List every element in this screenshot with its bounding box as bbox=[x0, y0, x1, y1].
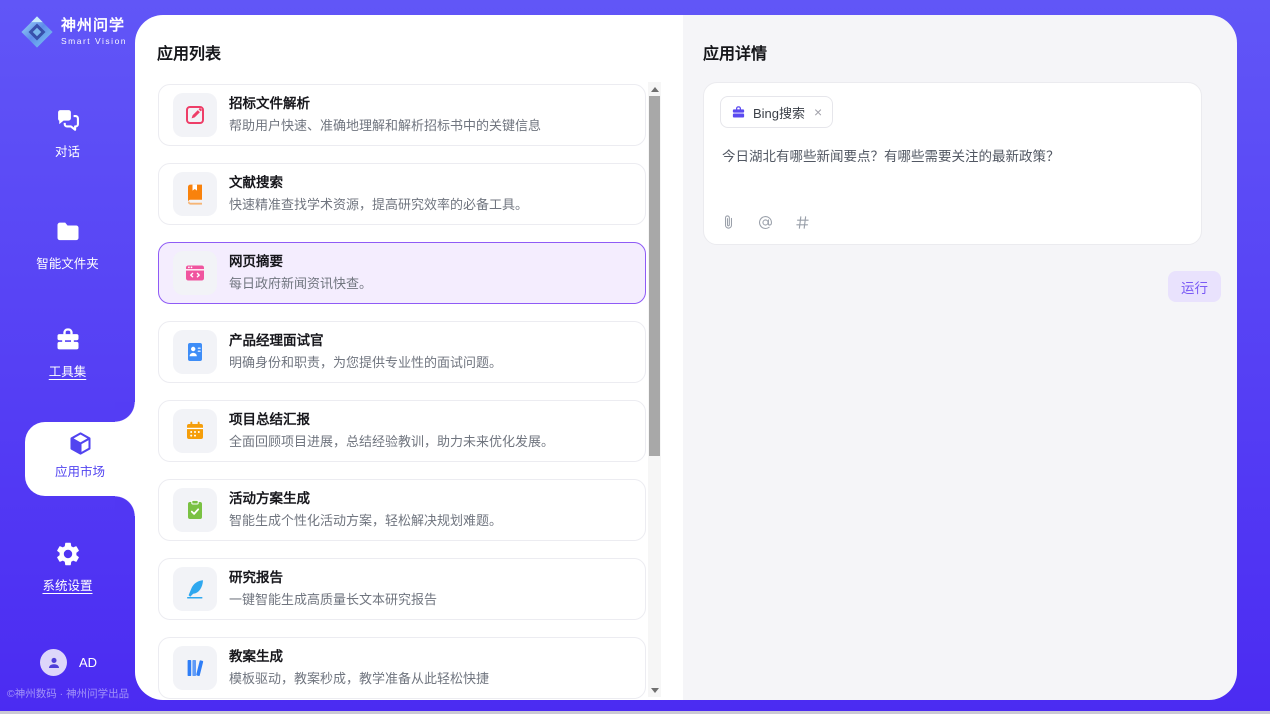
prompt-text-input[interactable]: 今日湖北有哪些新闻要点？有哪些需要关注的最新政策？ bbox=[722, 147, 1183, 167]
app-card[interactable]: 招标文件解析 帮助用户快速、准确地理解和解析招标书中的关键信息 bbox=[158, 84, 646, 146]
app-list: 招标文件解析 帮助用户快速、准确地理解和解析招标书中的关键信息 文献搜索 快速精… bbox=[158, 84, 646, 700]
tool-tag-label: Bing搜索 bbox=[753, 103, 805, 122]
app-icon bbox=[183, 498, 207, 522]
composer-toolbar bbox=[720, 214, 811, 231]
app-card-description: 模板驱动，教案秒成，教学准备从此轻松快捷 bbox=[229, 671, 489, 687]
sidebar-item-label: 系统设置 bbox=[42, 575, 92, 594]
sidebar: 神州问学 Smart Vision 对话 智能文件夹 工具集 应用市场 bbox=[0, 0, 135, 714]
prompt-composer-card: Bing搜索 × 今日湖北有哪些新闻要点？有哪些需要关注的最新政策？ bbox=[703, 82, 1202, 245]
app-icon-tile bbox=[173, 567, 217, 611]
app-icon bbox=[183, 419, 207, 443]
app-card-title: 文献搜索 bbox=[229, 175, 528, 191]
app-card[interactable]: 教案生成 模板驱动，教案秒成，教学准备从此轻松快捷 bbox=[158, 637, 646, 699]
app-icon-tile bbox=[173, 646, 217, 690]
sidebar-nav-item[interactable]: 对话 bbox=[0, 106, 135, 161]
sidebar-item-icon bbox=[67, 430, 94, 457]
app-card-title: 招标文件解析 bbox=[229, 96, 541, 112]
app-icon-tile bbox=[173, 172, 217, 216]
app-card-description: 全面回顾项目进展，总结经验教训，助力未来优化发展。 bbox=[229, 434, 554, 450]
app-card[interactable]: 活动方案生成 智能生成个性化活动方案，轻松解决规划难题。 bbox=[158, 479, 646, 541]
sidebar-nav-item[interactable]: 智能文件夹 bbox=[0, 218, 135, 273]
brand-tagline: Smart Vision bbox=[61, 37, 127, 46]
sidebar-item-label: 工具集 bbox=[49, 361, 87, 380]
sidebar-item-label: 应用市场 bbox=[55, 461, 105, 480]
app-list-title: 应用列表 bbox=[157, 40, 221, 64]
app-icon bbox=[183, 340, 207, 364]
sidebar-item-label: 对话 bbox=[55, 141, 80, 160]
app-card-description: 明确身份和职责，为您提供专业性的面试问题。 bbox=[229, 355, 502, 371]
sidebar-item-icon bbox=[54, 326, 82, 354]
app-icon bbox=[183, 656, 207, 680]
sidebar-item-icon bbox=[54, 540, 82, 568]
app-card-title: 项目总结汇报 bbox=[229, 412, 554, 428]
app-card[interactable]: 网页摘要 每日政府新闻资讯快查。 bbox=[158, 242, 646, 304]
app-card-description: 快速精准查找学术资源，提高研究效率的必备工具。 bbox=[229, 197, 528, 213]
brand-name: 神州问学 bbox=[61, 18, 127, 33]
app-card[interactable]: 研究报告 一键智能生成高质量长文本研究报告 bbox=[158, 558, 646, 620]
app-card[interactable]: 项目总结汇报 全面回顾项目进展，总结经验教训，助力未来优化发展。 bbox=[158, 400, 646, 462]
sidebar-item-icon bbox=[54, 106, 82, 134]
app-card-title: 教案生成 bbox=[229, 649, 489, 665]
scroll-down-arrow[interactable] bbox=[648, 683, 661, 697]
app-icon bbox=[183, 577, 207, 601]
sidebar-item-icon bbox=[54, 218, 82, 246]
app-list-panel: 应用列表 招标文件解析 帮助用户快速、准确地理解和解析招标书中的关键信息 文献搜… bbox=[135, 15, 683, 700]
app-card[interactable]: 产品经理面试官 明确身份和职责，为您提供专业性的面试问题。 bbox=[158, 321, 646, 383]
app-card-description: 一键智能生成高质量长文本研究报告 bbox=[229, 592, 437, 608]
user-chip[interactable]: AD bbox=[40, 649, 97, 676]
sidebar-item-label: 智能文件夹 bbox=[36, 253, 99, 272]
app-icon-tile bbox=[173, 488, 217, 532]
composer-toolbar-icon[interactable] bbox=[794, 214, 811, 231]
app-card-title: 活动方案生成 bbox=[229, 491, 502, 507]
app-icon-tile bbox=[173, 330, 217, 374]
app-detail-panel: 应用详情 Bing搜索 × 今日湖北有哪些新闻要点？有哪些需要关注的最新政策？ … bbox=[683, 15, 1237, 700]
sidebar-nav-item[interactable]: 系统设置 bbox=[0, 540, 135, 595]
scroll-up-arrow[interactable] bbox=[648, 82, 661, 96]
scrollbar-thumb[interactable] bbox=[649, 96, 660, 456]
app-card-description: 智能生成个性化活动方案，轻松解决规划难题。 bbox=[229, 513, 502, 529]
app-card-title: 研究报告 bbox=[229, 570, 437, 586]
app-icon-tile bbox=[173, 251, 217, 295]
tool-tag-bing-search[interactable]: Bing搜索 × bbox=[720, 96, 833, 128]
avatar bbox=[40, 649, 67, 676]
app-card[interactable]: 文献搜索 快速精准查找学术资源，提高研究效率的必备工具。 bbox=[158, 163, 646, 225]
app-icon-tile bbox=[173, 93, 217, 137]
brand-logo: 神州问学 Smart Vision bbox=[20, 15, 127, 49]
user-label: AD bbox=[79, 655, 97, 670]
app-detail-title: 应用详情 bbox=[703, 40, 767, 64]
app-icon bbox=[183, 261, 207, 285]
composer-toolbar-icon[interactable] bbox=[720, 214, 737, 231]
tool-tag-close-icon[interactable]: × bbox=[814, 105, 822, 119]
app-icon bbox=[183, 182, 207, 206]
app-card-description: 帮助用户快速、准确地理解和解析招标书中的关键信息 bbox=[229, 118, 541, 134]
run-button[interactable]: 运行 bbox=[1168, 271, 1221, 302]
app-card-title: 网页摘要 bbox=[229, 254, 372, 270]
sidebar-footer: ©神州数码 · 神州问学出品 bbox=[7, 686, 129, 701]
app-icon-tile bbox=[173, 409, 217, 453]
sidebar-nav-item[interactable]: 工具集 bbox=[0, 326, 135, 381]
scrollbar[interactable] bbox=[648, 82, 661, 697]
composer-toolbar-icon[interactable] bbox=[757, 214, 774, 231]
sidebar-nav-item[interactable]: 应用市场 bbox=[25, 422, 135, 496]
person-icon bbox=[46, 655, 62, 671]
app-icon bbox=[183, 103, 207, 127]
briefcase-icon bbox=[731, 105, 746, 120]
brand-diamond-icon bbox=[20, 15, 54, 49]
app-card-title: 产品经理面试官 bbox=[229, 333, 502, 349]
app-card-description: 每日政府新闻资讯快查。 bbox=[229, 276, 372, 292]
